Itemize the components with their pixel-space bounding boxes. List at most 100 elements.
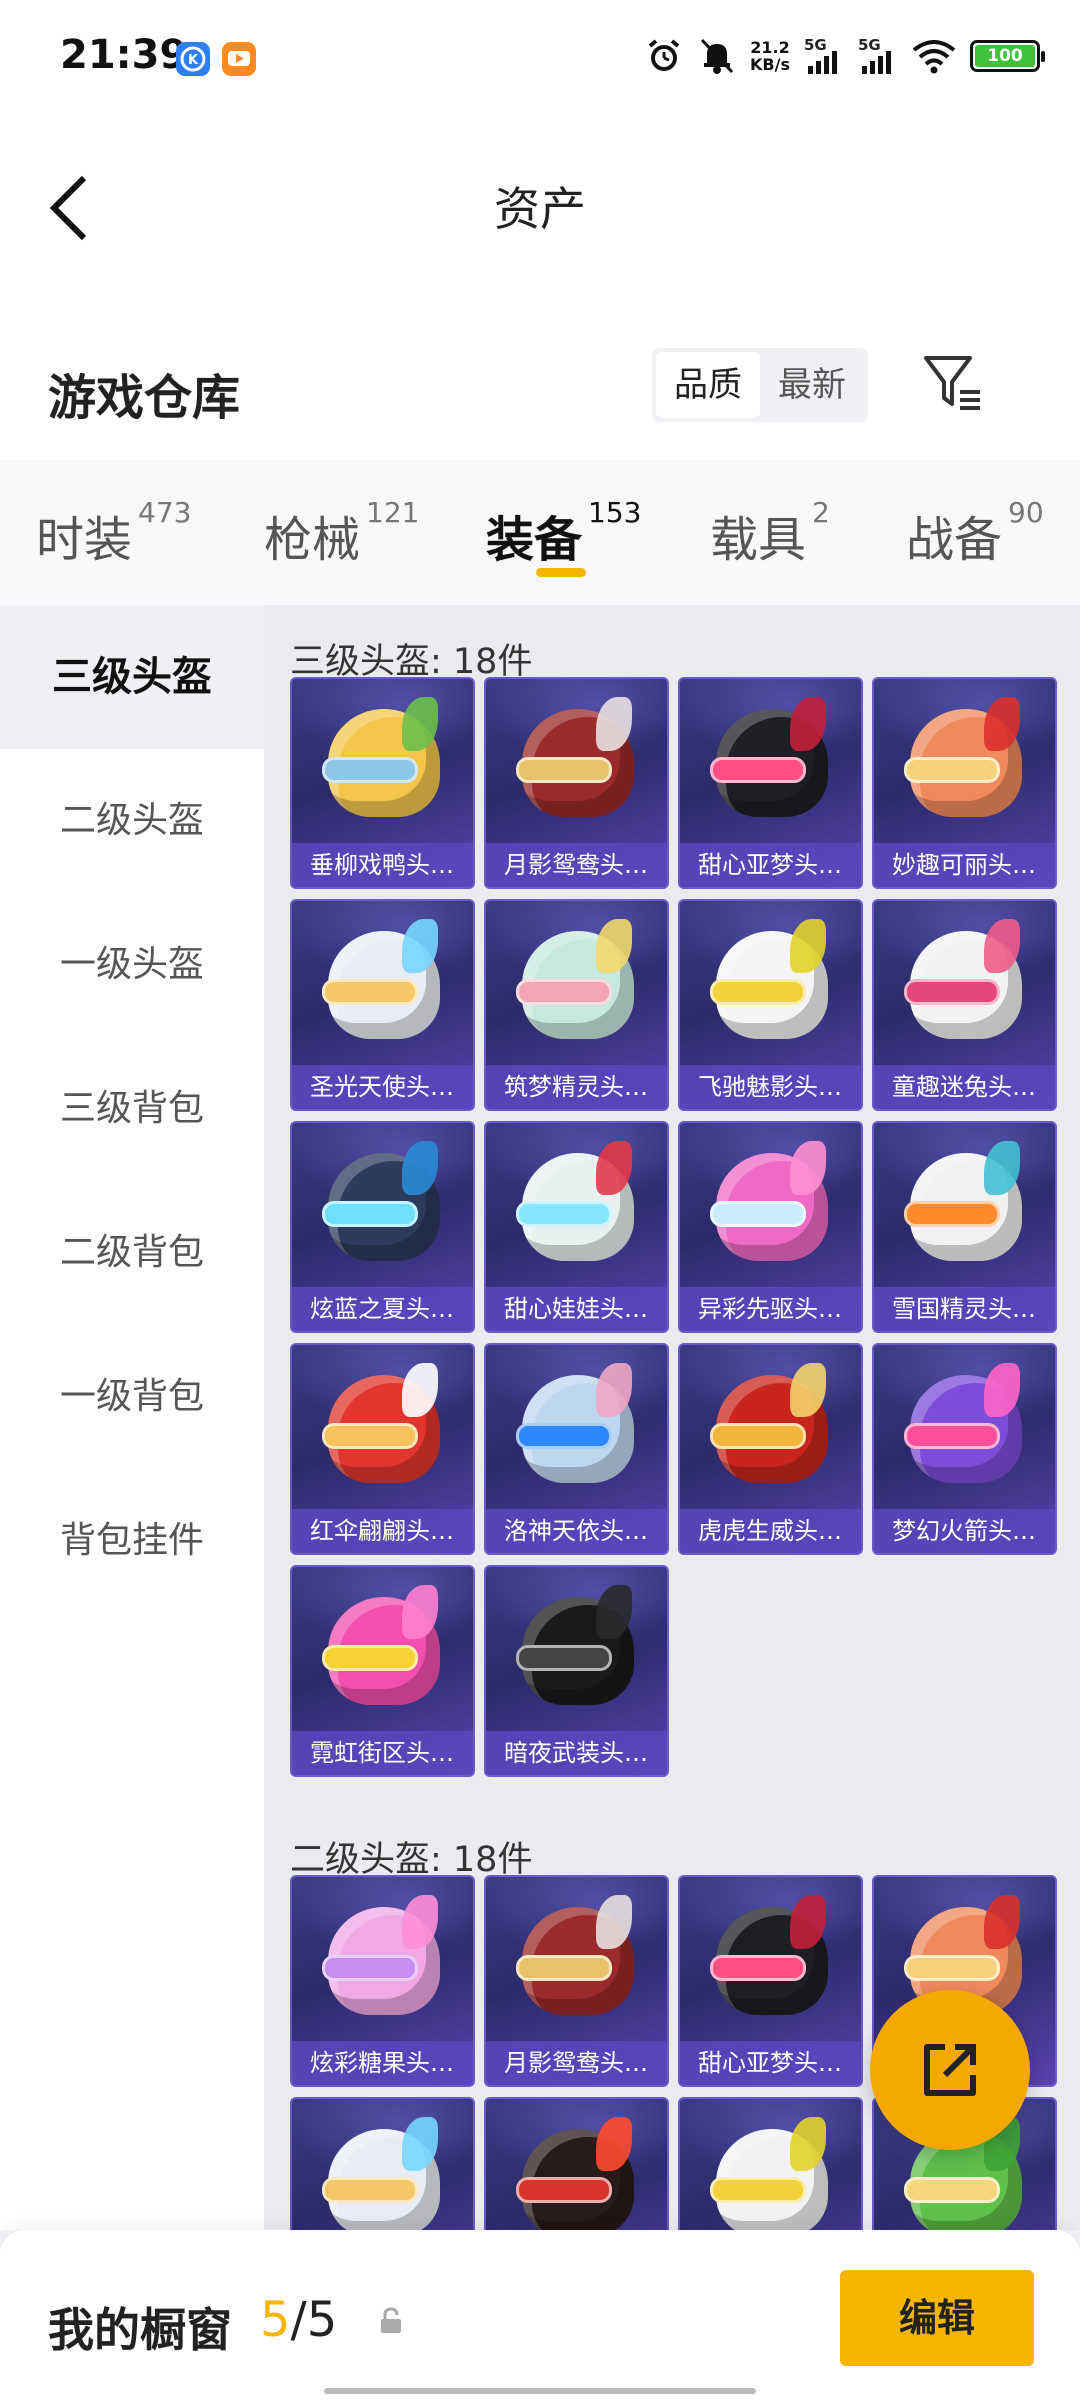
net-speed-value: 21.2 (750, 38, 790, 57)
item-card[interactable]: 飞驰魅影头… (678, 899, 863, 1111)
item-card[interactable]: 甜心亚梦头… (678, 1875, 863, 2087)
item-card[interactable]: 洛神天依头… (484, 1343, 669, 1555)
item-card[interactable]: 霓虹街区头… (290, 1565, 475, 1777)
app-k-icon: K (176, 42, 210, 76)
tab-weapons-label: 枪械 (264, 512, 361, 568)
subcategory-sidebar: 三级头盔 二级头盔 一级头盔 三级背包 二级背包 一级背包 背包挂件 (0, 605, 264, 2230)
item-card-label: 炫蓝之夏头… (292, 1287, 473, 1331)
helmet-visor (904, 979, 1000, 1005)
item-card[interactable]: 虎虎生威头… (678, 1343, 863, 1555)
showcase-bar: 我的橱窗 5/5 编辑 (0, 2230, 1080, 2400)
battery-icon: 100 (970, 40, 1045, 72)
helmet-visor (904, 757, 1000, 783)
tab-weapons[interactable]: 枪械 121 (264, 496, 419, 570)
item-card-label: 甜心亚梦头… (680, 2041, 861, 2085)
filter-button[interactable] (920, 350, 986, 416)
helmet-visor (710, 979, 806, 1005)
showcase-count: 5/5 (260, 2292, 337, 2348)
sidebar-item-level1-backpack[interactable]: 一级背包 (0, 1325, 264, 1469)
helmet-visor (516, 2177, 612, 2203)
helmet-visor (516, 1645, 612, 1671)
sort-quality-option[interactable]: 品质 (656, 352, 760, 418)
net-speed-unit: KB/s (750, 55, 790, 74)
svg-text:K: K (188, 53, 199, 68)
sidebar-item-level2-helmet[interactable]: 二级头盔 (0, 749, 264, 893)
item-card[interactable]: 暗夜武装头… (484, 1565, 669, 1777)
status-bar: 21:39 K 21.2 KB/s 5G 5G 100 (0, 0, 1080, 120)
filter-icon (924, 356, 980, 410)
tab-equipment[interactable]: 装备 153 (486, 496, 641, 570)
sort-newest-option[interactable]: 最新 (760, 352, 864, 418)
sidebar-item-level3-backpack[interactable]: 三级背包 (0, 1037, 264, 1181)
item-card[interactable]: 童趣迷兔头… (872, 899, 1057, 1111)
item-card-label: 童趣迷兔头… (874, 1065, 1055, 1109)
item-card[interactable]: 红伞翩翩头… (290, 1343, 475, 1555)
item-card[interactable] (678, 2097, 863, 2230)
item-card[interactable] (290, 2097, 475, 2230)
tab-equipment-count: 153 (588, 496, 642, 529)
sidebar-item-level1-helmet[interactable]: 一级头盔 (0, 893, 264, 1037)
showcase-current: 5 (260, 2292, 291, 2348)
item-card-label: 月影鸳鸯头… (486, 843, 667, 887)
share-external-icon (924, 2044, 976, 2096)
showcase-total: 5 (306, 2292, 338, 2348)
helmet-visor (322, 1645, 418, 1671)
item-card[interactable] (484, 2097, 669, 2230)
wifi-icon (912, 40, 956, 74)
warehouse-title: 游戏仓库 (48, 370, 241, 426)
item-card[interactable]: 异彩先驱头… (678, 1121, 863, 1333)
showcase-separator: / (290, 2292, 307, 2348)
item-grid-area[interactable]: 三级头盔: 18件 二级头盔: 18件 垂柳戏鸭头… 月影鸳鸯头… 甜心亚梦头… 妙趣… (264, 605, 1080, 2230)
item-card[interactable]: 妙趣可丽头… (872, 677, 1057, 889)
status-time: 21:39 (60, 32, 188, 78)
item-card[interactable]: 炫彩糖果头… (290, 1875, 475, 2087)
tab-weapons-count: 121 (366, 496, 420, 529)
item-card-label: 垂柳戏鸭头… (292, 843, 473, 887)
item-card[interactable]: 筑梦精灵头… (484, 899, 669, 1111)
tab-vehicles-count: 2 (812, 496, 830, 529)
item-card-label: 洛神天依头… (486, 1509, 667, 1553)
tab-combat-gear[interactable]: 战备 90 (906, 496, 1044, 570)
helmet-visor (322, 2177, 418, 2203)
helmet-visor (904, 1423, 1000, 1449)
signal-1-icon: 5G (804, 36, 844, 76)
helmet-visor (904, 1201, 1000, 1227)
item-card[interactable]: 炫蓝之夏头… (290, 1121, 475, 1333)
category-tabs: 时装 473 枪械 121 装备 153 载具 2 战备 90 (0, 460, 1080, 605)
sidebar-item-level2-backpack[interactable]: 二级背包 (0, 1181, 264, 1325)
item-card[interactable]: 梦幻火箭头… (872, 1343, 1057, 1555)
item-card[interactable]: 甜心亚梦头… (678, 677, 863, 889)
battery-level: 100 (975, 45, 1035, 67)
net-speed: 21.2 KB/s (750, 39, 790, 73)
edit-button[interactable]: 编辑 (840, 2270, 1034, 2366)
helmet-visor (710, 1423, 806, 1449)
tab-vehicles-label: 载具 (710, 512, 807, 568)
item-card-label: 梦幻火箭头… (874, 1509, 1055, 1553)
item-card[interactable]: 垂柳戏鸭头… (290, 677, 475, 889)
item-card[interactable]: 月影鸳鸯头… (484, 677, 669, 889)
item-card-label: 飞驰魅影头… (680, 1065, 861, 1109)
sidebar-item-level3-helmet[interactable]: 三级头盔 (0, 605, 264, 749)
item-card[interactable]: 雪国精灵头… (872, 1121, 1057, 1333)
item-card-label: 筑梦精灵头… (486, 1065, 667, 1109)
item-card[interactable]: 甜心娃娃头… (484, 1121, 669, 1333)
item-card-label: 圣光天使头… (292, 1065, 473, 1109)
helmet-visor (516, 1201, 612, 1227)
helmet-visor (904, 1955, 1000, 1981)
item-card[interactable]: 圣光天使头… (290, 899, 475, 1111)
helmet-visor (516, 1955, 612, 1981)
sidebar-item-backpack-charm[interactable]: 背包挂件 (0, 1469, 264, 1613)
tab-fashion[interactable]: 时装 473 (36, 496, 191, 570)
showcase-label: 我的橱窗 (48, 2303, 232, 2357)
item-card[interactable]: 月影鸳鸯头… (484, 1875, 669, 2087)
top-nav: 资产 (0, 120, 1080, 320)
item-card-label: 暗夜武装头… (486, 1731, 667, 1775)
lock-icon (381, 2307, 401, 2333)
helmet-visor (710, 1955, 806, 1981)
tab-vehicles[interactable]: 载具 2 (710, 496, 830, 570)
share-button[interactable] (870, 1990, 1030, 2150)
home-indicator (324, 2388, 756, 2394)
app-video-icon (222, 42, 256, 76)
tab-equipment-label: 装备 (486, 512, 583, 568)
helmet-visor (322, 1423, 418, 1449)
